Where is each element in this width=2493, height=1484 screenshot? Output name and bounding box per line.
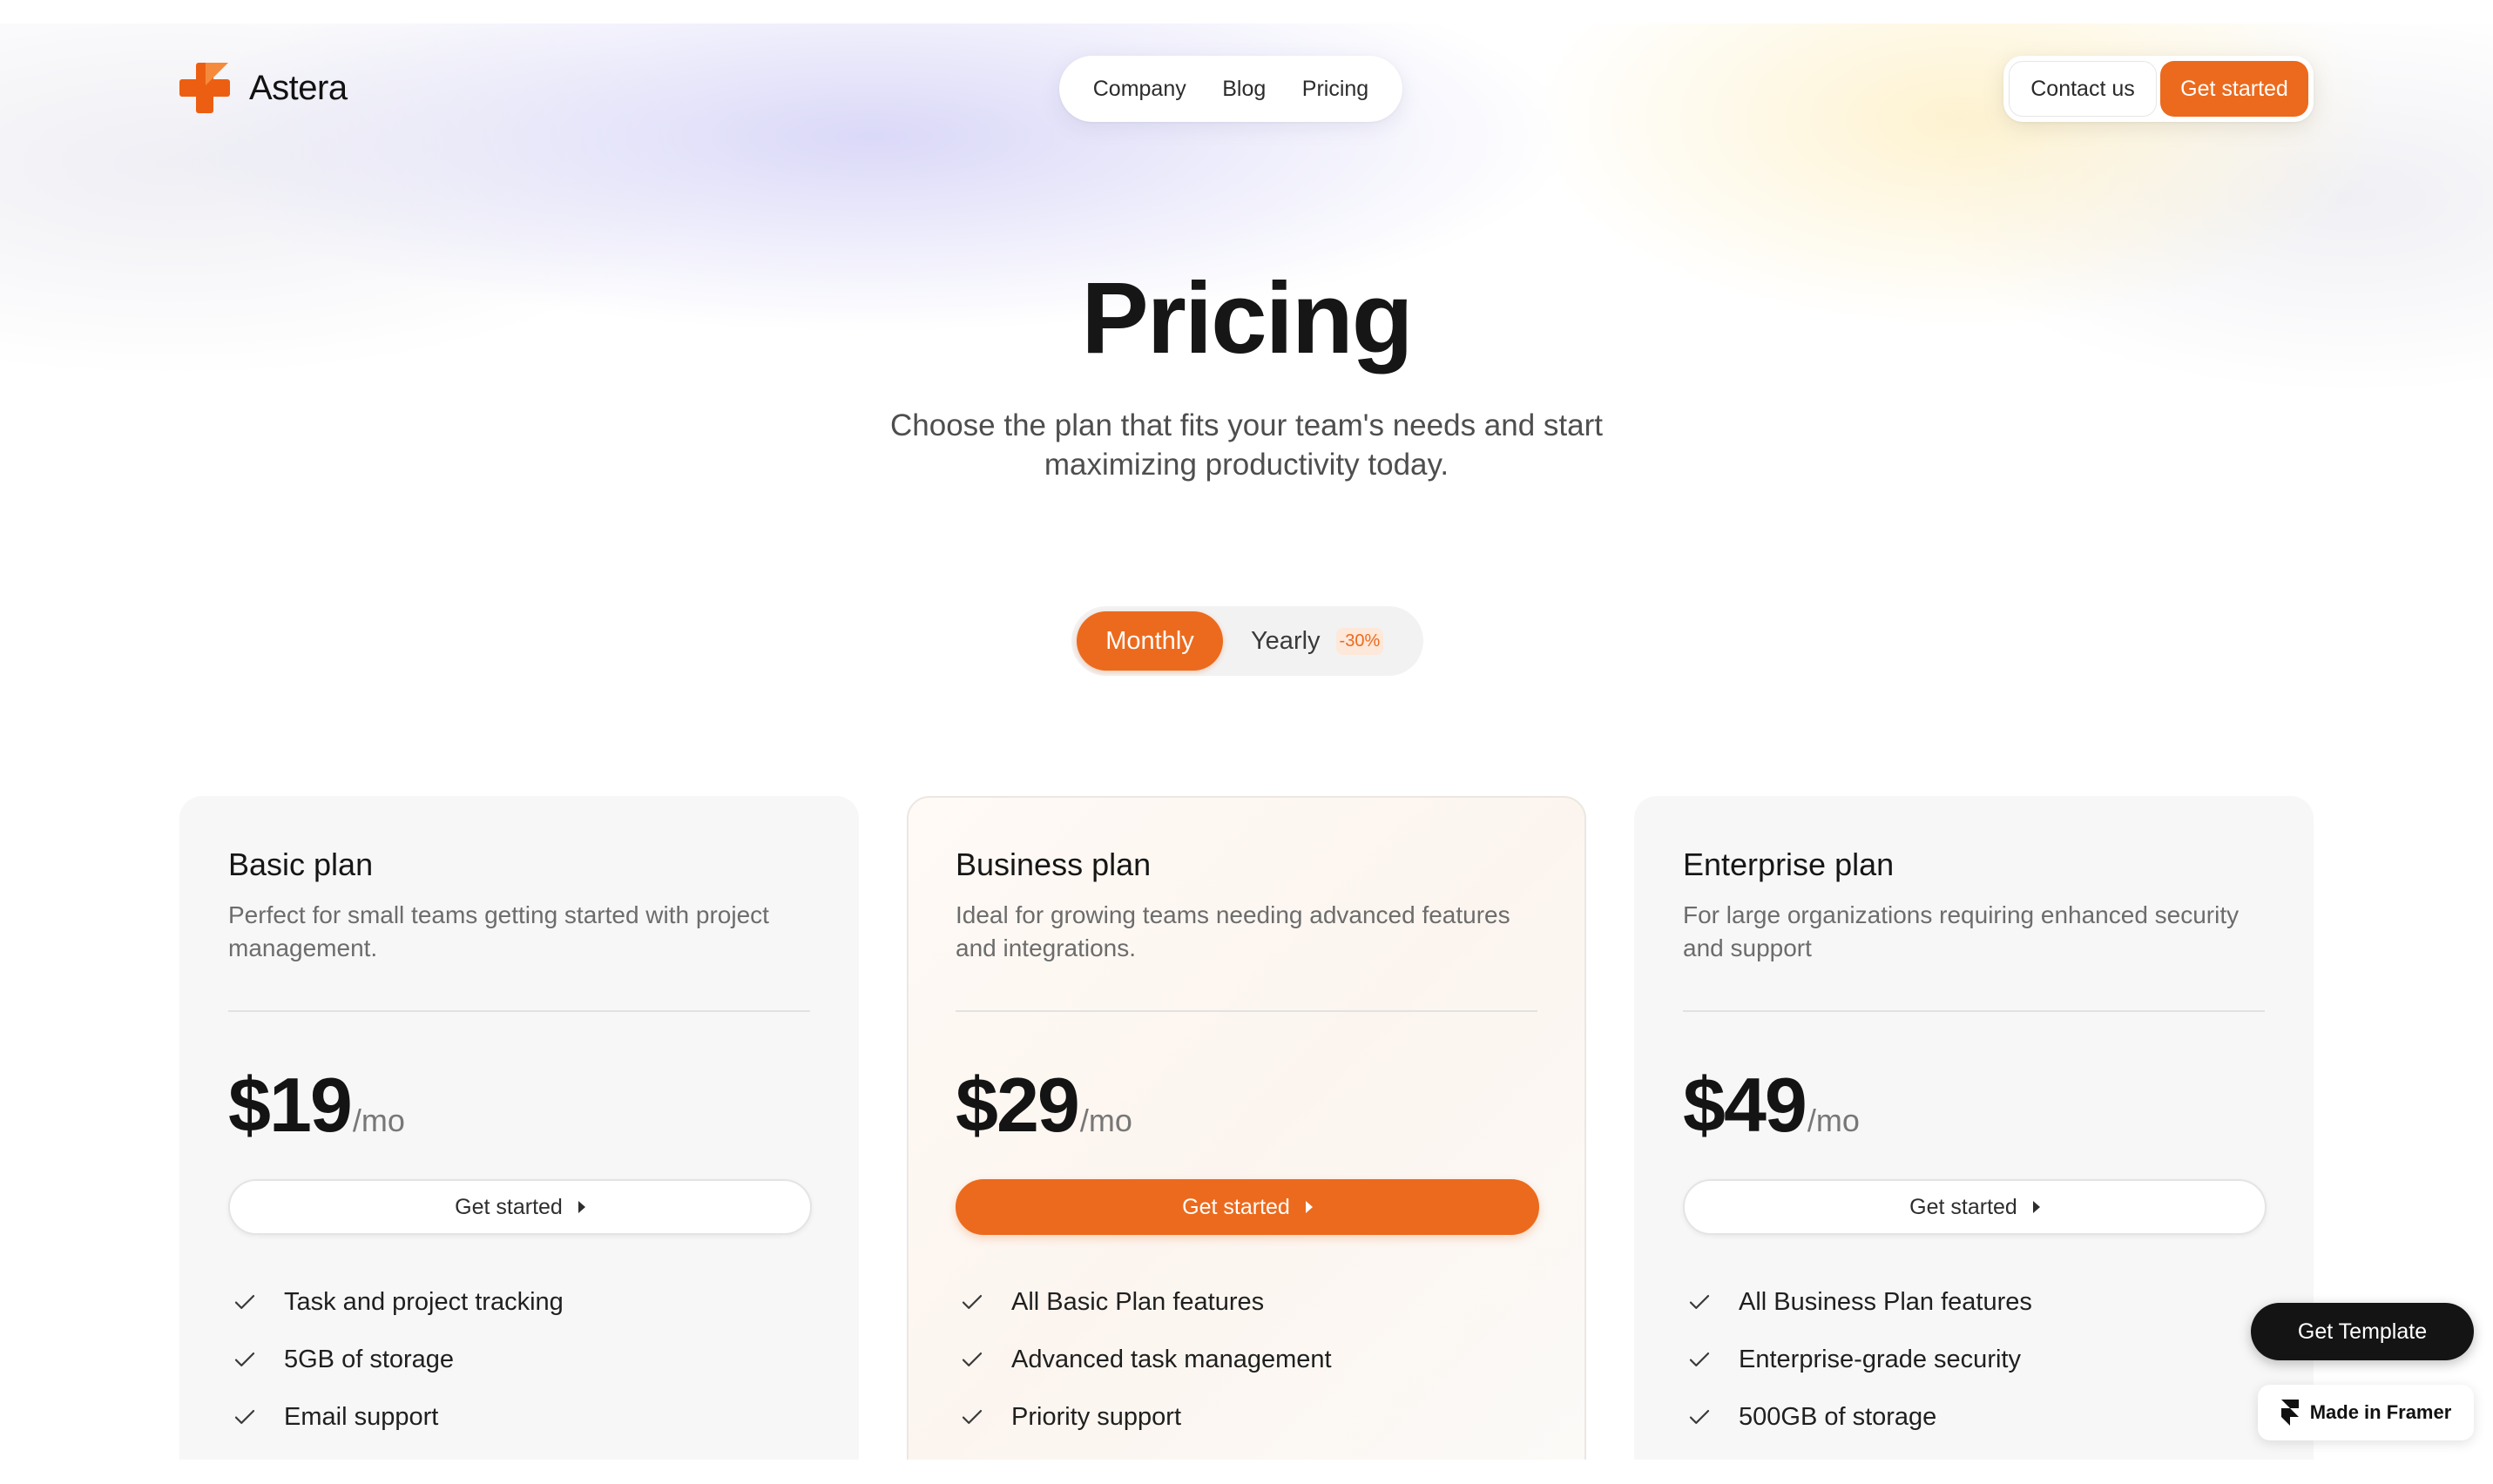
feature-item: Email support [228,1388,810,1446]
feature-item: Task and project tracking [228,1273,810,1331]
bottom-band [0,1460,2493,1484]
yearly-discount-badge: -30% [1335,627,1384,655]
brand-name: Astera [249,68,348,107]
business-get-started-button[interactable]: Get started [956,1179,1539,1235]
nav-item-blog[interactable]: Blog [1222,77,1266,102]
cta-label: Get started [1909,1194,2017,1219]
divider [228,1010,810,1012]
main-nav: Company Blog Pricing [1059,56,1402,122]
feature-text: Task and project tracking [284,1287,564,1316]
price-row: $19 /mo [228,1061,810,1150]
brand-logo[interactable]: Astera [179,63,348,113]
feature-text: Advanced task management [1011,1345,1332,1373]
plan-description: Perfect for small teams getting started … [228,901,769,961]
plan-card-basic: Basic plan Perfect for small teams getti… [179,796,859,1484]
price-period: /mo [1079,1103,1132,1138]
plan-name: Enterprise plan [1683,847,1895,882]
plan-card-business: Business plan Ideal for growing teams ne… [907,796,1586,1484]
price-period: /mo [1807,1103,1860,1138]
check-icon [1689,1295,1710,1309]
feature-text: All Business Plan features [1739,1287,2032,1316]
feature-item: All Business Plan features [1683,1273,2265,1331]
cta-label: Get started [1182,1194,1290,1219]
arrow-right-icon [578,1201,585,1213]
check-icon [1689,1352,1710,1366]
page-title: Pricing [1081,261,1413,374]
check-icon [234,1410,255,1424]
arrow-right-icon [2032,1201,2040,1213]
plan-name: Business plan [956,847,1152,882]
feature-item: Advanced task management [956,1331,1537,1388]
check-icon [234,1295,255,1309]
plan-price: $49 [1683,1062,1807,1148]
check-icon [962,1295,983,1309]
feature-item: All Basic Plan features [956,1273,1537,1331]
cta-label: Get started [455,1194,563,1219]
made-in-framer-badge[interactable]: Made in Framer [2258,1385,2474,1440]
feature-item: Priority support [956,1388,1537,1446]
feature-text: All Basic Plan features [1011,1287,1265,1316]
arrow-right-icon [1305,1201,1313,1213]
page: Astera Company Blog Pricing Contact us G… [0,0,2493,1484]
plan-name: Basic plan [228,847,374,882]
page-subtitle: Choose the plan that fits your team's ne… [890,408,1603,482]
basic-get-started-button[interactable]: Get started [228,1179,812,1235]
nav-item-pricing[interactable]: Pricing [1302,77,1368,102]
plan-price: $29 [956,1062,1080,1148]
feature-list: All Business Plan features Enterprise-gr… [1683,1273,2265,1446]
made-in-framer-label: Made in Framer [2309,1401,2452,1423]
feature-item: Enterprise-grade security [1683,1331,2265,1388]
toggle-monthly[interactable]: Monthly [1077,611,1223,671]
feature-item: 5GB of storage [228,1331,810,1388]
price-row: $49 /mo [1683,1061,2265,1150]
plan-card-enterprise: Enterprise plan For large organizations … [1634,796,2314,1484]
feature-list: Task and project tracking 5GB of storage… [228,1273,810,1446]
toggle-yearly[interactable]: Yearly [1251,627,1321,656]
astera-logo-icon [179,63,230,113]
check-icon [962,1352,983,1366]
feature-text: Enterprise-grade security [1739,1345,2021,1373]
get-template-button[interactable]: Get Template [2251,1303,2474,1360]
check-icon [234,1352,255,1366]
feature-text: 5GB of storage [284,1345,455,1373]
price-row: $29 /mo [956,1061,1537,1150]
header-get-started-button[interactable]: Get started [2160,61,2308,117]
price-period: /mo [352,1103,405,1138]
enterprise-get-started-button[interactable]: Get started [1683,1179,2267,1235]
nav-item-company[interactable]: Company [1093,77,1186,102]
feature-text: Priority support [1011,1402,1182,1431]
header-actions: Contact us Get started [2003,56,2314,122]
divider [1683,1010,2265,1012]
top-band [0,0,2493,24]
contact-us-button[interactable]: Contact us [2009,61,2157,117]
framer-icon [2280,1400,2299,1426]
plan-description: For large organizations requiring enhanc… [1683,901,2240,961]
plan-description: Ideal for growing teams needing advanced… [956,901,1510,961]
feature-text: Email support [284,1402,439,1431]
divider [956,1010,1537,1012]
billing-toggle: Monthly Yearly -30% [1071,606,1423,676]
feature-list: All Basic Plan features Advanced task ma… [956,1273,1537,1446]
feature-item: 500GB of storage [1683,1388,2265,1446]
feature-text: 500GB of storage [1739,1402,1937,1431]
check-icon [962,1410,983,1424]
plan-price: $19 [228,1062,353,1148]
check-icon [1689,1410,1710,1424]
